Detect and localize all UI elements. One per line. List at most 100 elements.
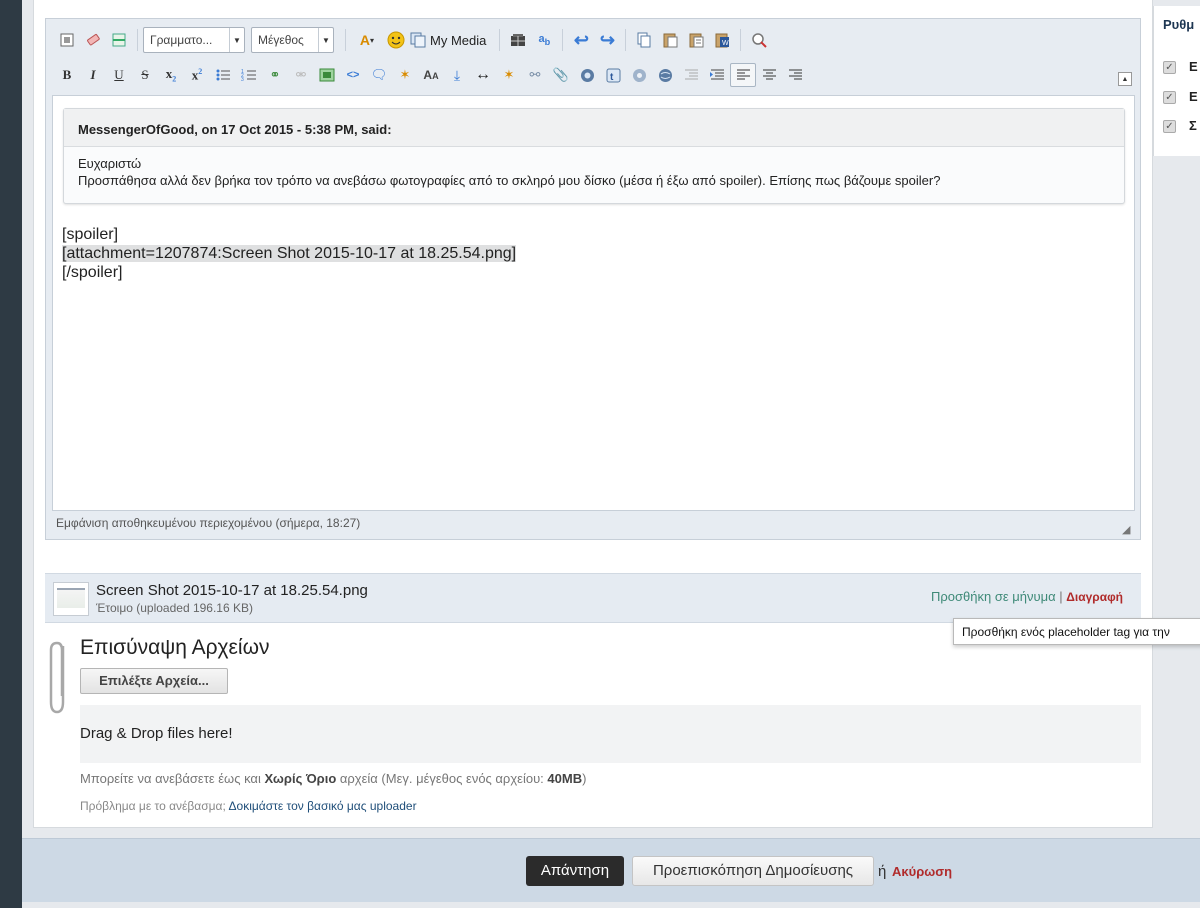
undo-icon[interactable]: ↩ bbox=[568, 28, 594, 52]
toolbar-separator bbox=[137, 29, 138, 51]
sidebar-title: Ρυθμ bbox=[1163, 17, 1195, 32]
special-effect-icon[interactable]: ✶ bbox=[496, 63, 522, 87]
numbered-list-icon[interactable]: 123 bbox=[236, 63, 262, 87]
align-right-icon[interactable] bbox=[782, 63, 808, 87]
attachment-icon[interactable]: 📎 bbox=[548, 63, 574, 87]
upload-limits: Μπορείτε να ανεβάσετε έως και Χωρίς Όριο… bbox=[80, 771, 587, 786]
option-label-3: Σ bbox=[1189, 118, 1197, 133]
code-icon[interactable]: <> bbox=[340, 63, 366, 87]
align-center-icon[interactable] bbox=[756, 63, 782, 87]
unlink-icon[interactable]: ⚮ bbox=[288, 63, 314, 87]
attachment-item: Screen Shot 2015-10-17 at 18.25.54.png Έ… bbox=[45, 573, 1141, 623]
toolbar-separator bbox=[562, 29, 564, 51]
media-icon bbox=[410, 32, 426, 48]
my-media-button[interactable]: My Media bbox=[409, 32, 486, 48]
submit-reply-button[interactable]: Απάντηση bbox=[526, 856, 624, 886]
world-icon[interactable] bbox=[652, 63, 678, 87]
chain-link-icon[interactable]: ⚯ bbox=[522, 63, 548, 87]
download-icon[interactable]: ⤓ bbox=[444, 63, 470, 87]
globe-icon[interactable] bbox=[574, 63, 600, 87]
quote-icon[interactable]: 🗨 bbox=[366, 63, 392, 87]
autosave-status[interactable]: Εμφάνιση αποθηκευμένου περιεχομένου (σήμ… bbox=[56, 516, 360, 530]
paste-icon[interactable] bbox=[657, 28, 683, 52]
font-size-select[interactable]: Μέγεθος ▼ bbox=[251, 27, 334, 53]
drop-zone[interactable]: Drag & Drop files here! bbox=[80, 705, 1141, 763]
copy-icon[interactable] bbox=[631, 28, 657, 52]
svg-text:3: 3 bbox=[241, 77, 244, 82]
superscript-icon[interactable]: x2 bbox=[184, 63, 210, 87]
quote-body: Ευχαριστώ Προσπάθησα αλλά δεν βρήκα τον … bbox=[64, 147, 1124, 197]
media-embed-icon[interactable] bbox=[626, 63, 652, 87]
quote-line-1: Ευχαριστώ bbox=[78, 156, 142, 171]
left-edge-strip bbox=[0, 0, 22, 908]
toolbar-separator bbox=[740, 29, 742, 51]
quote-citation: MessengerOfGood, on 17 Oct 2015 - 5:38 P… bbox=[64, 109, 1124, 147]
svg-text:W: W bbox=[722, 40, 729, 47]
spoiler-icon[interactable]: ✶ bbox=[392, 63, 418, 87]
preview-post-button[interactable]: Προεπισκόπηση Δημοσίευσης bbox=[632, 856, 874, 886]
underline-icon[interactable]: U bbox=[106, 63, 132, 87]
indent-icon[interactable] bbox=[704, 63, 730, 87]
quote-block: MessengerOfGood, on 17 Oct 2015 - 5:38 P… bbox=[63, 108, 1125, 204]
twitter-icon[interactable]: t bbox=[600, 63, 626, 87]
editor-text-area[interactable]: MessengerOfGood, on 17 Oct 2015 - 5:38 P… bbox=[52, 95, 1135, 511]
chevron-down-icon: ▼ bbox=[318, 28, 333, 52]
italic-icon[interactable]: I bbox=[80, 63, 106, 87]
cancel-link[interactable]: Ακύρωση bbox=[892, 864, 952, 879]
option-checkbox-1[interactable]: ✓ bbox=[1163, 61, 1176, 74]
toolbar-row-1: Γραμματο... ▼ Μέγεθος ▼ A ▾ My Media ab ↩ ↪… bbox=[54, 25, 772, 55]
attach-files-title: Επισύναψη Αρχείων bbox=[80, 636, 270, 659]
paste-word-icon[interactable]: W bbox=[709, 28, 735, 52]
font-family-select[interactable]: Γραμματο... ▼ bbox=[143, 27, 245, 53]
editor-line-attachment: [attachment=1207874:Screen Shot 2015-10-… bbox=[62, 245, 517, 262]
option-checkbox-2[interactable]: ✓ bbox=[1163, 91, 1176, 104]
special-chars-icon[interactable]: ab bbox=[531, 28, 557, 52]
attachment-filename: Screen Shot 2015-10-17 at 18.25.54.png bbox=[96, 582, 368, 599]
link-icon[interactable]: ⚭ bbox=[262, 63, 288, 87]
outdent-icon[interactable] bbox=[678, 63, 704, 87]
or-text: ή bbox=[878, 863, 887, 880]
image-icon[interactable] bbox=[314, 63, 340, 87]
bullet-list-icon[interactable] bbox=[210, 63, 236, 87]
delete-attachment-link[interactable]: Διαγραφή bbox=[1066, 590, 1123, 604]
rich-text-editor: Γραμματο... ▼ Μέγεθος ▼ A ▾ My Media ab ↩ ↪… bbox=[45, 18, 1141, 540]
attachment-status: Έτοιμο (uploaded 196.16 KB) bbox=[96, 601, 253, 615]
text-color-icon[interactable]: A ▾ bbox=[351, 28, 383, 52]
tooltip: Προσθήκη ενός placeholder tag για την bbox=[953, 618, 1200, 645]
horizontal-arrows-icon[interactable]: ↔ bbox=[470, 63, 496, 87]
find-replace-icon[interactable] bbox=[746, 28, 772, 52]
add-to-post-link[interactable]: Προσθήκη σε μήνυμα bbox=[931, 589, 1056, 604]
option-label-1: Ε bbox=[1189, 59, 1198, 74]
subscript-icon[interactable]: x2 bbox=[158, 63, 184, 87]
redo-icon[interactable]: ↪ bbox=[594, 28, 620, 52]
collapse-toolbar-button[interactable]: ▲ bbox=[1118, 72, 1132, 86]
horizontal-rule-icon[interactable] bbox=[106, 28, 132, 52]
options-sidebar: Ρυθμ ✓ Ε ✓ Ε ✓ Σ bbox=[1153, 6, 1200, 156]
align-left-icon[interactable] bbox=[730, 63, 756, 87]
option-checkbox-3[interactable]: ✓ bbox=[1163, 120, 1176, 133]
drop-zone-label: Drag & Drop files here! bbox=[80, 725, 233, 742]
editor-line-spoiler-open: [spoiler] bbox=[62, 226, 119, 243]
attachment-actions: Προσθήκη σε μήνυμα | Διαγραφή bbox=[931, 589, 1123, 604]
emoticon-icon[interactable] bbox=[383, 28, 409, 52]
toolbar-separator bbox=[625, 29, 627, 51]
option-label-2: Ε bbox=[1189, 89, 1198, 104]
toolbar-separator bbox=[499, 29, 501, 51]
toolbar-separator bbox=[345, 29, 346, 51]
basic-uploader-link[interactable]: Δοκιμάστε τον βασικό μας uploader bbox=[229, 799, 417, 813]
eraser-icon[interactable] bbox=[80, 28, 106, 52]
attachment-thumbnail bbox=[53, 582, 89, 616]
source-mode-icon[interactable] bbox=[54, 28, 80, 52]
resize-grip-icon[interactable]: ◢ bbox=[1122, 523, 1134, 536]
paste-text-icon[interactable] bbox=[683, 28, 709, 52]
toolbar-row-2: B I U S x2 x2 123 ⚭ ⚮ <> 🗨 ✶ AA ⤓ ↔ ✶ ⚯ … bbox=[54, 60, 808, 90]
table-icon[interactable] bbox=[505, 28, 531, 52]
paperclip-icon bbox=[48, 640, 70, 719]
quote-line-2: Προσπάθησα αλλά δεν βρήκα τον τρόπο να α… bbox=[78, 173, 941, 188]
bold-icon[interactable]: B bbox=[54, 63, 80, 87]
font-size-icon[interactable]: AA bbox=[418, 63, 444, 87]
upload-problem-note: Πρόβλημα με το ανέβασμα; Δοκιμάστε τον β… bbox=[80, 799, 417, 813]
choose-files-button[interactable]: Επιλέξτε Αρχεία... bbox=[80, 668, 228, 694]
strikethrough-icon[interactable]: S bbox=[132, 63, 158, 87]
action-separator: | bbox=[1059, 589, 1063, 604]
